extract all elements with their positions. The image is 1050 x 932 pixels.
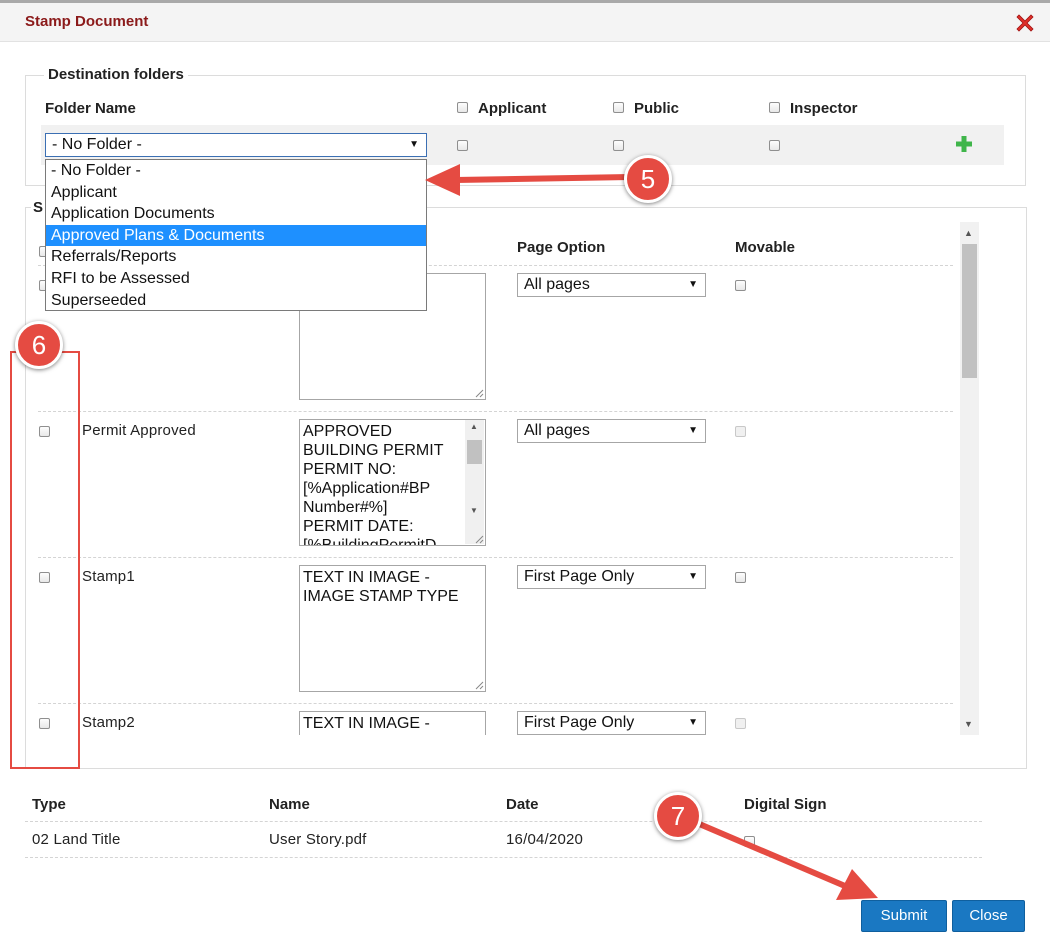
folder-option[interactable]: Application Documents — [46, 203, 426, 225]
page-option-value: First Page Only — [524, 568, 635, 585]
doc-name: User Story.pdf — [269, 831, 367, 848]
public-header: Public — [634, 100, 680, 117]
dialog-titlebar: Stamp Document — [0, 3, 1050, 42]
row-divider — [38, 557, 953, 558]
stamps-scrollbar[interactable]: ▲ ▼ — [960, 222, 979, 735]
folder-option[interactable]: Referrals/Reports — [46, 246, 426, 268]
row-divider — [38, 411, 953, 412]
applicant-all-checkbox[interactable] — [457, 102, 468, 113]
stamp-text-area[interactable]: TEXT IN IMAGE - IMAGE STAMP TYPE — [299, 565, 486, 692]
movable-checkbox — [735, 718, 746, 729]
folder-option-selected[interactable]: Approved Plans & Documents — [46, 224, 426, 247]
public-all-checkbox[interactable] — [613, 102, 624, 113]
resize-grip-icon[interactable] — [475, 389, 484, 398]
scroll-up-icon[interactable]: ▲ — [964, 228, 973, 238]
scroll-up-icon[interactable]: ▲ — [470, 422, 478, 431]
page-option-header: Page Option — [517, 239, 606, 256]
textarea-scrollbar[interactable]: ▲ ▼ — [465, 420, 484, 544]
table-divider — [25, 857, 982, 858]
stamp-text-area[interactable]: APPROVED BUILDING PERMIT PERMIT NO: [%Ap… — [299, 419, 486, 546]
digital-sign-checkbox[interactable] — [744, 836, 755, 847]
page-option-value: All pages — [524, 422, 590, 439]
resize-grip-icon[interactable] — [475, 535, 484, 544]
row-4-clip: Stamp2 TEXT IN IMAGE - IMAGE STAMP TYPE … — [26, 704, 960, 735]
folder-select-value: - No Folder - — [52, 136, 142, 153]
chevron-down-icon: ▼ — [409, 139, 419, 150]
dialog-title: Stamp Document — [25, 13, 149, 30]
chevron-down-icon: ▼ — [688, 425, 698, 436]
stamp-name: Stamp1 — [82, 568, 135, 585]
digital-sign-header: Digital Sign — [744, 796, 827, 813]
chevron-down-icon: ▼ — [688, 717, 698, 728]
doc-date: 16/04/2020 — [506, 831, 584, 848]
folder-select[interactable]: - No Folder - ▼ — [45, 133, 427, 157]
applicant-checkbox[interactable] — [457, 140, 468, 151]
type-header: Type — [32, 796, 66, 813]
doc-type: 02 Land Title — [32, 831, 121, 848]
textarea-scroll-thumb[interactable] — [467, 440, 482, 464]
folder-name-header: Folder Name — [45, 100, 136, 117]
chevron-down-icon: ▼ — [688, 279, 698, 290]
inspector-checkbox[interactable] — [769, 140, 780, 151]
page-option-value: All pages — [524, 276, 590, 293]
page-option-select[interactable]: First Page Only ▼ — [517, 565, 706, 589]
inspector-header: Inspector — [790, 100, 858, 117]
movable-checkbox[interactable] — [735, 280, 746, 291]
chevron-down-icon: ▼ — [688, 571, 698, 582]
scroll-down-icon[interactable]: ▼ — [470, 506, 478, 515]
public-checkbox[interactable] — [613, 140, 624, 151]
folder-option[interactable]: - No Folder - — [46, 160, 426, 182]
folder-option[interactable]: Superseeded — [46, 290, 426, 312]
scroll-down-icon[interactable]: ▼ — [964, 719, 973, 729]
table-divider — [25, 821, 982, 822]
folder-option[interactable]: RFI to be Assessed — [46, 268, 426, 290]
add-folder-icon[interactable] — [955, 135, 973, 153]
movable-header: Movable — [735, 239, 796, 256]
name-header: Name — [269, 796, 310, 813]
page-option-select[interactable]: All pages ▼ — [517, 419, 706, 443]
page-option-value: First Page Only — [524, 714, 635, 731]
annotation-arrow-7 — [687, 817, 878, 900]
submit-button[interactable]: Submit — [861, 900, 947, 932]
step-5-marker: 5 — [624, 155, 672, 203]
inspector-all-checkbox[interactable] — [769, 102, 780, 113]
stamp-name: Stamp2 — [82, 714, 135, 731]
folder-dropdown-list: - No Folder - Applicant Application Docu… — [45, 159, 427, 311]
destination-folders-legend: Destination folders — [44, 66, 188, 83]
step-7-marker: 7 — [654, 792, 702, 840]
movable-checkbox — [735, 426, 746, 437]
folder-option[interactable]: Applicant — [46, 182, 426, 204]
page-option-select[interactable]: All pages ▼ — [517, 273, 706, 297]
page-option-select[interactable]: First Page Only ▼ — [517, 711, 706, 735]
movable-checkbox[interactable] — [735, 572, 746, 583]
annotation-highlight-box — [10, 351, 80, 769]
stamp-text-area[interactable]: TEXT IN IMAGE - IMAGE STAMP TYPE — [299, 711, 486, 735]
applicant-header: Applicant — [478, 100, 547, 117]
stamps-scroll-thumb[interactable] — [962, 244, 977, 378]
close-icon[interactable] — [1013, 11, 1037, 35]
stamps-legend: S — [31, 199, 46, 216]
resize-grip-icon[interactable] — [475, 681, 484, 690]
close-button[interactable]: Close — [952, 900, 1025, 932]
date-header: Date — [506, 796, 539, 813]
stamp-name: Permit Approved — [82, 422, 196, 439]
step-6-marker: 6 — [15, 321, 63, 369]
